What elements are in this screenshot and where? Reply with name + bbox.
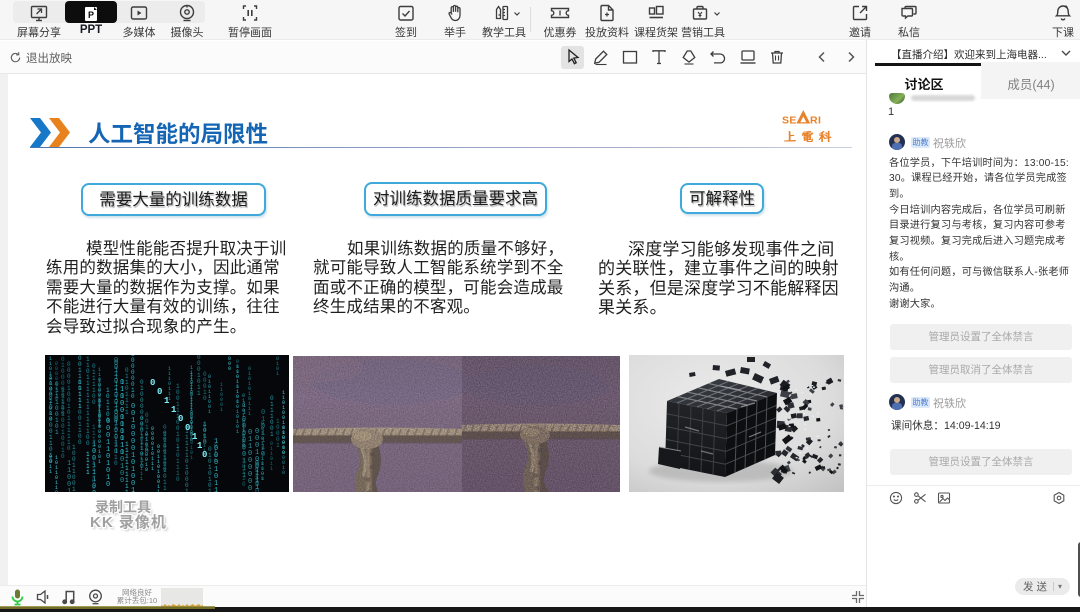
- svg-text:00111001100: 00111001100: [78, 379, 82, 446]
- svg-text:0001101010: 0001101010: [106, 418, 110, 489]
- svg-text:011011: 011011: [270, 441, 273, 472]
- svg-text:110001: 110001: [220, 382, 223, 413]
- svg-text:1000101001: 1000101001: [98, 378, 101, 429]
- svg-text:000101: 000101: [276, 355, 279, 377]
- svg-text:0010000101001: 0010000101001: [131, 403, 135, 492]
- svg-text:SE: SE: [782, 115, 797, 126]
- svg-text:01100010110: 01100010110: [242, 421, 246, 488]
- svg-text:11111010001: 11111010001: [185, 428, 189, 492]
- svg-text:01101111: 01101111: [125, 367, 129, 416]
- svg-text:11001: 11001: [67, 460, 71, 492]
- svg-text:1101001010000: 1101001010000: [282, 390, 285, 456]
- svg-text:00010: 00010: [203, 371, 207, 402]
- svg-text:10011100: 10011100: [92, 441, 96, 492]
- svg-text:000010111: 000010111: [151, 426, 154, 472]
- svg-text:101110: 101110: [176, 446, 180, 483]
- svg-text:0101110: 0101110: [261, 409, 265, 459]
- svg-text:00101001010011: 00101001010011: [114, 357, 118, 456]
- svg-text:11000: 11000: [228, 355, 231, 372]
- svg-text:11011101010101: 11011101010101: [236, 364, 239, 435]
- svg-text:0: 0: [150, 378, 155, 388]
- svg-text:01010101: 01010101: [208, 446, 212, 492]
- svg-text:000010010111110: 000010010111110: [67, 361, 71, 452]
- svg-text:111111111: 111111111: [125, 441, 129, 492]
- svg-text:10000: 10000: [261, 456, 264, 482]
- svg-text:00001011: 00001011: [197, 355, 201, 397]
- svg-text:0011110: 0011110: [145, 412, 149, 455]
- svg-text:011000000: 011000000: [248, 429, 252, 492]
- svg-text:0011: 0011: [49, 454, 52, 475]
- svg-text:0001011011111: 0001011011111: [140, 416, 143, 482]
- svg-text:111010010010: 111010010010: [61, 387, 65, 460]
- svg-text:0011010011: 0011010011: [157, 444, 160, 492]
- svg-text:0100: 0100: [214, 443, 217, 464]
- svg-text:00010100: 00010100: [163, 424, 167, 473]
- svg-text:0111100: 0111100: [92, 363, 96, 406]
- svg-text:011100101: 011100101: [55, 381, 59, 436]
- svg-text:110000010: 110000010: [131, 355, 135, 400]
- svg-text:P: P: [88, 10, 94, 20]
- svg-text:0011: 0011: [255, 460, 259, 485]
- svg-text:0: 0: [178, 414, 183, 424]
- svg-text:1: 1: [171, 405, 177, 415]
- svg-text:0110111111111100: 0110111111111100: [86, 355, 90, 447]
- svg-text:0: 0: [185, 423, 190, 433]
- svg-text:10110110: 10110110: [55, 455, 58, 492]
- svg-text:0111001: 0111001: [270, 395, 274, 438]
- svg-text:01011001: 01011001: [208, 374, 211, 415]
- svg-text:0: 0: [157, 387, 162, 397]
- svg-text:0101010111: 0101010111: [248, 366, 251, 417]
- svg-text:1111: 1111: [86, 451, 90, 476]
- svg-text:1101000001000: 1101000001000: [49, 356, 52, 422]
- svg-text:1: 1: [164, 396, 170, 406]
- svg-text:0: 0: [202, 450, 207, 460]
- svg-text:111000010110100: 111000010110100: [120, 379, 124, 485]
- svg-text:RI: RI: [810, 115, 821, 126]
- svg-text:10011001: 10011001: [72, 444, 76, 492]
- svg-text:10001: 10001: [276, 418, 280, 449]
